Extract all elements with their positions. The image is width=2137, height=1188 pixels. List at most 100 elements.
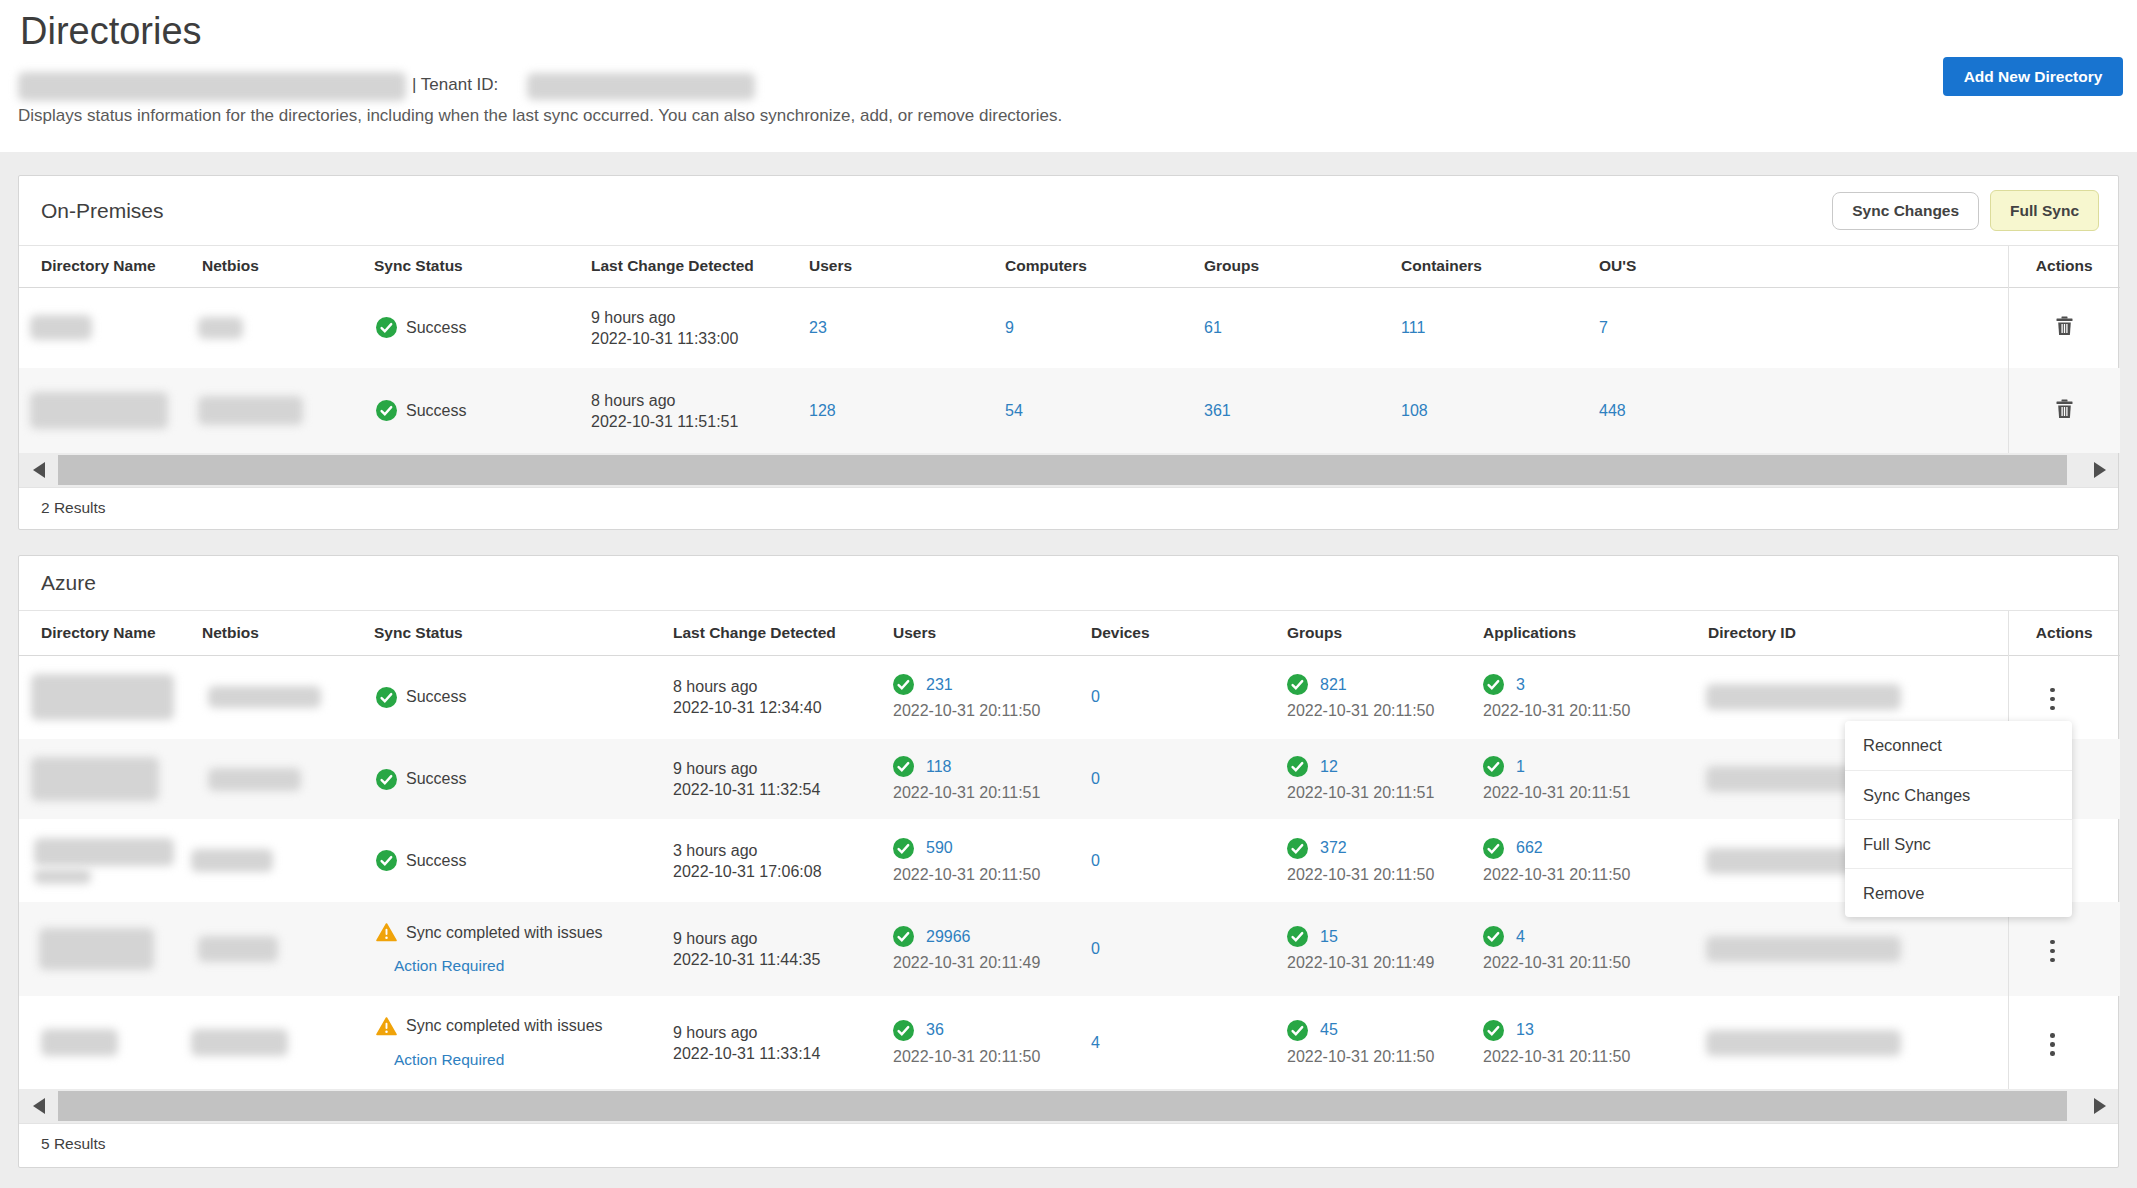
users-count-link[interactable]: 29966 [926,928,971,946]
devices-count-link[interactable]: 0 [1091,852,1100,869]
devices-count-link[interactable]: 0 [1091,688,1100,705]
last-change-detected: 9 hours ago2022-10-31 11:44:35 [673,928,893,970]
menu-item-full-sync[interactable]: Full Sync [1845,819,2072,868]
scrollbar-thumb[interactable] [58,455,2067,485]
redacted-netbios [191,1029,288,1056]
applications-count-link[interactable]: 662 [1516,839,1543,857]
applications-count-link[interactable]: 13 [1516,1021,1534,1039]
row-actions-menu-button[interactable] [2044,934,2061,969]
success-icon [893,1020,914,1041]
sync-status: Sync completed with issues [374,1017,673,1036]
redacted-account-name [18,72,406,101]
groups-count-link[interactable]: 61 [1204,319,1222,336]
results-count: 5 Results [19,1123,2118,1163]
computers-count-link[interactable]: 9 [1005,319,1014,336]
scrollbar-thumb[interactable] [58,1091,2067,1121]
full-sync-button[interactable]: Full Sync [1990,190,2099,231]
groups-count-link[interactable]: 12 [1320,758,1338,776]
col-last-change: Last Change Detected [591,246,809,287]
redacted-tenant-id [527,73,755,100]
containers-count-link[interactable]: 108 [1401,402,1428,419]
redacted-directory-name [31,674,174,720]
table-row: Sync completed with issues Action Require… [19,996,2120,1089]
redacted-directory-name [34,838,174,866]
horizontal-scrollbar[interactable] [19,453,2118,487]
col-actions: Actions [2008,611,2120,655]
ous-count-link[interactable]: 7 [1599,319,1608,336]
scroll-left-icon[interactable] [33,1098,45,1114]
menu-item-reconnect[interactable]: Reconnect [1845,721,2072,770]
containers-count-link[interactable]: 111 [1401,319,1425,336]
azure-card: Azure Directory Name Netbios Sync Status… [18,555,2119,1168]
col-groups: Groups [1204,246,1401,287]
col-groups: Groups [1287,611,1483,655]
groups-count-link[interactable]: 45 [1320,1021,1338,1039]
col-netbios: Netbios [202,246,374,287]
users-count-link[interactable]: 23 [809,319,827,336]
success-icon [893,926,914,947]
success-icon [376,687,397,708]
sync-status: Success [374,850,673,871]
col-netbios: Netbios [202,611,374,655]
groups-count-link[interactable]: 361 [1204,402,1231,419]
col-devices: Devices [1091,611,1287,655]
users-count-link[interactable]: 36 [926,1021,944,1039]
success-icon [893,838,914,859]
redacted-directory-id [1706,936,1901,962]
redacted-directory-name [31,757,159,801]
on-premises-card: On-Premises Sync Changes Full Sync Direc… [18,175,2119,530]
action-required-link[interactable]: Action Required [394,1051,673,1069]
col-sync-status: Sync Status [374,246,591,287]
users-count-link[interactable]: 118 [926,758,952,776]
last-change-detected: 9 hours ago2022-10-31 11:33:00 [591,307,809,349]
page-description: Displays status information for the dire… [18,106,1062,126]
results-count: 2 Results [19,487,2118,527]
devices-count-link[interactable]: 0 [1091,770,1100,787]
users-count-link[interactable]: 231 [926,676,953,694]
groups-count: 372 [1287,838,1483,859]
delete-directory-button[interactable] [2052,395,2077,426]
users-count: 590 [893,838,1091,859]
computers-count-link[interactable]: 54 [1005,402,1023,419]
redacted-directory-name [39,928,154,970]
add-new-directory-button[interactable]: Add New Directory [1943,57,2123,96]
horizontal-scrollbar[interactable] [19,1089,2118,1123]
table-row: Sync completed with issuesAction Require… [19,902,2120,996]
col-directory-name: Directory Name [19,611,202,655]
redacted-directory-id [1706,1030,1901,1056]
devices-count-link[interactable]: 4 [1091,1034,1100,1051]
delete-directory-button[interactable] [2052,312,2077,343]
sync-status: Success [374,769,673,790]
action-required-link[interactable]: Action Required [394,957,673,975]
row-actions-menu-button[interactable] [2044,1027,2061,1062]
sync-changes-button[interactable]: Sync Changes [1832,192,1979,230]
groups-count-link[interactable]: 372 [1320,839,1347,857]
success-icon [893,756,914,777]
users-count-link[interactable]: 128 [809,402,836,419]
menu-item-remove[interactable]: Remove [1845,868,2072,917]
scroll-left-icon[interactable] [33,462,45,478]
redacted-directory-name [41,1029,118,1056]
devices-count-link[interactable]: 0 [1091,940,1100,957]
scroll-right-icon[interactable] [2094,462,2106,478]
users-count-link[interactable]: 590 [926,839,953,857]
table-row: Success 9 hours ago2022-10-31 11:32:54 1… [19,739,2120,819]
azure-table: Directory Name Netbios Sync Status Last … [19,611,2120,1089]
applications-count-link[interactable]: 4 [1516,928,1525,946]
trash-icon [2056,316,2073,336]
groups-count-link[interactable]: 821 [1320,676,1347,694]
trash-icon [2056,399,2073,419]
users-count: 231 [893,674,1091,695]
success-icon [1483,756,1504,777]
col-directory-name: Directory Name [19,246,202,287]
last-change-detected: 9 hours ago2022-10-31 11:33:14 [673,1022,893,1064]
menu-item-sync-changes[interactable]: Sync Changes [1845,770,2072,819]
ous-count-link[interactable]: 448 [1599,402,1626,419]
groups-count-link[interactable]: 15 [1320,928,1338,946]
redacted-netbios [198,396,303,425]
row-actions-menu-button[interactable] [2044,682,2061,717]
scroll-right-icon[interactable] [2094,1098,2106,1114]
applications-count-link[interactable]: 1 [1516,758,1525,776]
applications-count-link[interactable]: 3 [1516,676,1525,694]
applications-count: 3 [1483,674,1708,695]
